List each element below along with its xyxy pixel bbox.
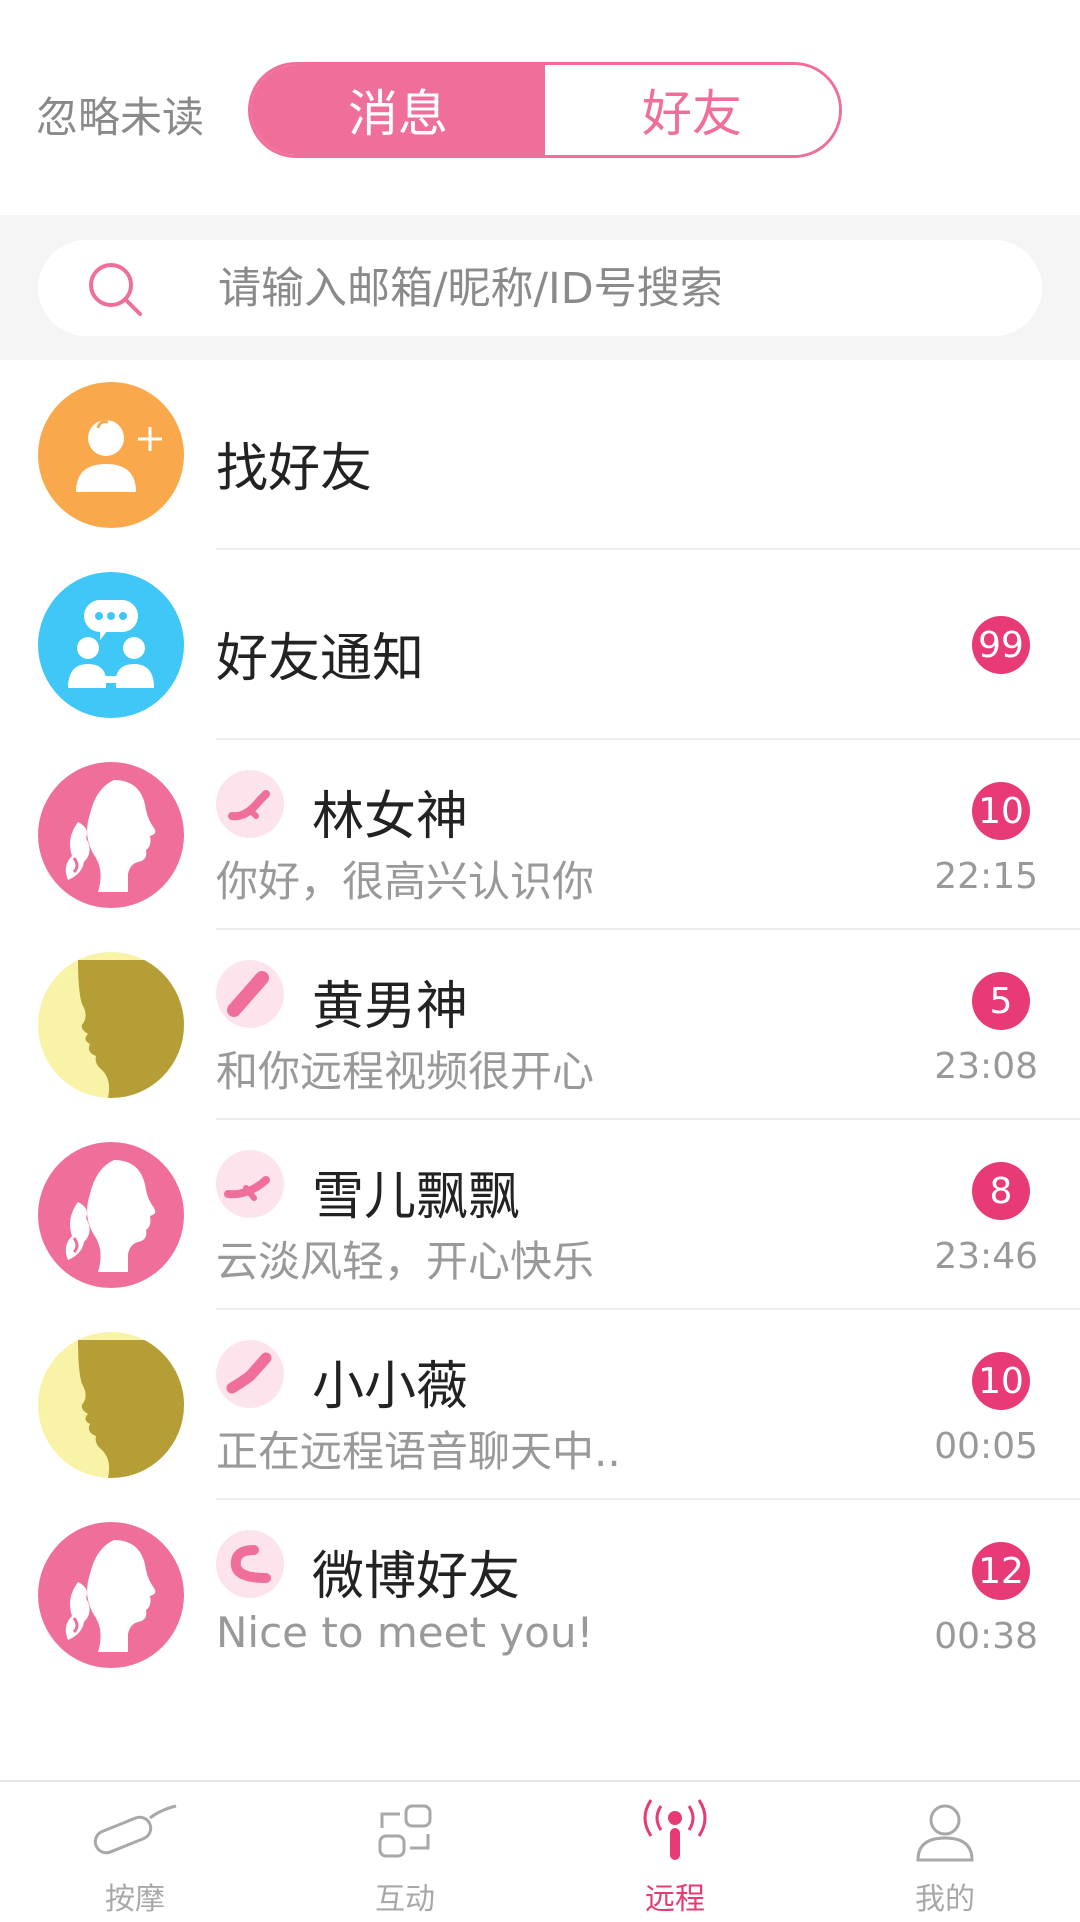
female-avatar: [38, 762, 184, 908]
tab-label: 互动: [375, 1882, 435, 1917]
u-shape-icon: [216, 1530, 284, 1598]
conversation-list: 找好友 好友通知 99 林女神 你好，很高兴认识你 10 22:15 黄男神 和…: [0, 360, 1080, 1690]
contact-name: 林女神: [312, 787, 469, 847]
message-time: 23:46: [934, 1236, 1038, 1277]
contact-row[interactable]: 黄男神 和你远程视频很开心 5 23:08: [0, 930, 1080, 1120]
find-friends-label: 找好友: [216, 439, 373, 499]
message-time: 00:05: [934, 1426, 1038, 1467]
tab-messages[interactable]: 消息: [251, 65, 545, 155]
last-message: 你好，很高兴认识你: [216, 857, 595, 906]
tab-label: 按摩: [105, 1882, 165, 1917]
tab-massage[interactable]: 按摩: [0, 1782, 270, 1922]
top-header: 忽略未读 消息 好友: [0, 0, 1080, 215]
friend-notice-label: 好友通知: [216, 629, 425, 689]
friend-notice-row[interactable]: 好友通知 99: [0, 550, 1080, 740]
group-chat-icon: [38, 572, 184, 718]
female-avatar: [38, 1142, 184, 1288]
contact-row[interactable]: 微博好友 Nice to meet you! 12 00:38: [0, 1500, 1080, 1690]
contact-name: 雪儿飘飘: [312, 1167, 521, 1227]
tab-remote[interactable]: 远程: [540, 1782, 810, 1922]
interact-icon: [378, 1804, 432, 1858]
remote-signal-icon: [643, 1799, 707, 1860]
search-box[interactable]: [38, 240, 1042, 338]
add-user-icon: [38, 382, 184, 528]
profile-icon: [916, 1804, 974, 1862]
last-message: 云淡风轻，开心快乐: [216, 1237, 595, 1286]
curve-vibe-icon: [216, 1340, 284, 1408]
massager-icon: [93, 1804, 177, 1855]
rabbit-vibe-icon: [216, 1150, 284, 1218]
tab-label: 远程: [645, 1882, 705, 1917]
ignore-unread-button[interactable]: 忽略未读: [36, 84, 204, 145]
unread-badge: 8: [972, 1162, 1030, 1220]
contact-row[interactable]: 林女神 你好，很高兴认识你 10 22:15: [0, 740, 1080, 930]
unread-badge: 10: [972, 1352, 1030, 1410]
contact-row[interactable]: 小小薇 正在远程语音聊天中.. 10 00:05: [0, 1310, 1080, 1500]
contact-row[interactable]: 雪儿飘飘 云淡风轻，开心快乐 8 23:46: [0, 1120, 1080, 1310]
message-time: 23:08: [934, 1046, 1038, 1087]
search-input[interactable]: [216, 240, 1020, 338]
message-time: 22:15: [934, 856, 1038, 897]
message-time: 00:38: [934, 1616, 1038, 1657]
search-bar: [0, 215, 1080, 360]
last-message: Nice to meet you!: [216, 1608, 594, 1657]
contact-name: 微博好友: [312, 1547, 521, 1607]
wand-icon: [216, 960, 284, 1028]
rabbit-vibe-icon: [216, 770, 284, 838]
unread-badge: 12: [972, 1542, 1030, 1600]
tab-friends[interactable]: 好友: [545, 65, 839, 155]
find-friends-row[interactable]: 找好友: [0, 360, 1080, 550]
contact-name: 黄男神: [312, 977, 469, 1037]
male-avatar: [38, 952, 184, 1098]
male-avatar: [38, 1332, 184, 1478]
bottom-tab-bar: 按摩 互动 远程 我的: [0, 1780, 1080, 1920]
tab-label: 我的: [915, 1882, 975, 1917]
segment-control: 消息 好友: [248, 62, 842, 158]
tab-mine[interactable]: 我的: [810, 1782, 1080, 1922]
unread-badge: 5: [972, 972, 1030, 1030]
female-avatar: [38, 1522, 184, 1668]
last-message: 和你远程视频很开心: [216, 1047, 595, 1096]
unread-badge: 10: [972, 782, 1030, 840]
last-message: 正在远程语音聊天中..: [216, 1427, 621, 1476]
tab-interact[interactable]: 互动: [270, 1782, 540, 1922]
search-icon: [89, 263, 142, 316]
contact-name: 小小薇: [312, 1357, 469, 1417]
unread-badge: 99: [972, 616, 1030, 674]
